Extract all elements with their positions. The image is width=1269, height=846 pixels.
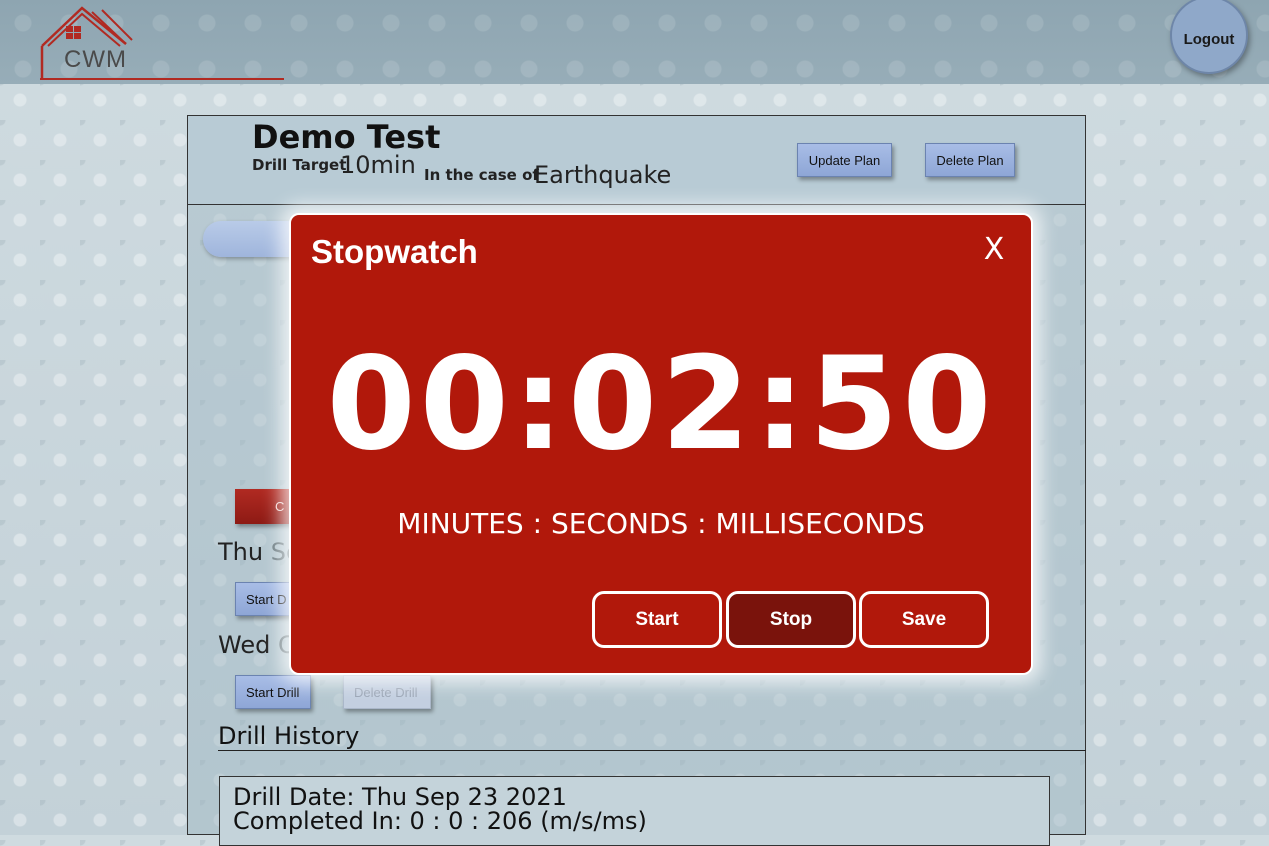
update-plan-button[interactable]: Update Plan bbox=[797, 143, 892, 177]
modal-title: Stopwatch bbox=[311, 233, 478, 270]
top-bar: CWM Logout bbox=[0, 0, 1269, 84]
logout-button[interactable]: Logout bbox=[1170, 0, 1248, 74]
time-format-caption: MINUTES : SECONDS : MILLISECONDS bbox=[397, 507, 925, 540]
drill-target-value: 10min bbox=[340, 151, 416, 179]
drill-day: Thu bbox=[218, 538, 264, 566]
plan-header: Demo Test Drill Target 10min In the case… bbox=[187, 115, 1086, 205]
case-label: In the case of bbox=[424, 166, 539, 184]
logo-text: CWM bbox=[64, 46, 127, 73]
save-button[interactable]: Save bbox=[859, 591, 989, 648]
history-completed: Completed In: 0 : 0 : 206 (m/s/ms) bbox=[233, 807, 647, 835]
history-divider bbox=[218, 750, 1086, 751]
drill-target-label: Drill Target bbox=[252, 156, 347, 174]
start-button[interactable]: Start bbox=[592, 591, 722, 648]
drill-date-heading: Wed C bbox=[218, 631, 295, 659]
case-value: Earthquake bbox=[534, 161, 672, 189]
drill-history-title: Drill History bbox=[218, 722, 360, 750]
delete-plan-button[interactable]: Delete Plan bbox=[925, 143, 1015, 177]
history-entry: Drill Date: Thu Sep 23 2021 Completed In… bbox=[219, 776, 1050, 846]
close-icon[interactable]: X bbox=[979, 235, 1009, 265]
stopwatch-modal: Stopwatch X 00:02:50 MINUTES : SECONDS :… bbox=[289, 213, 1033, 675]
start-drill-button[interactable]: Start Drill bbox=[235, 675, 311, 709]
cwm-logo[interactable]: CWM bbox=[36, 6, 286, 82]
stop-button[interactable]: Stop bbox=[726, 591, 856, 648]
drill-day: Wed bbox=[218, 631, 271, 659]
stopwatch-time: 00:02:50 bbox=[326, 330, 996, 479]
delete-drill-button[interactable]: Delete Drill bbox=[343, 675, 431, 709]
history-date: Drill Date: Thu Sep 23 2021 bbox=[233, 783, 567, 811]
